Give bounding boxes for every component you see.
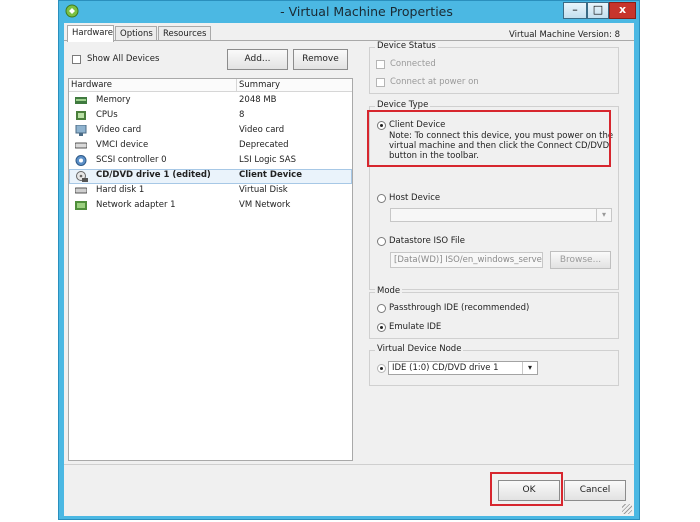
tab-resources[interactable]: Resources	[158, 26, 211, 41]
cd-dvd-icon	[76, 171, 88, 182]
passthrough-ide-radio[interactable]	[377, 304, 386, 313]
hardware-table: Hardware Summary Memory 2048 MB CPUs 8 V…	[68, 78, 353, 461]
mode-group: Mode Passthrough IDE (recommended) Emula…	[369, 286, 619, 339]
mode-legend: Mode	[375, 286, 403, 296]
resize-grip[interactable]	[622, 504, 632, 514]
tab-options[interactable]: Options	[115, 26, 157, 41]
row-summary: Video card	[239, 125, 285, 135]
row-summary: 2048 MB	[239, 95, 277, 105]
connect-at-power-on-label: Connect at power on	[390, 77, 479, 87]
virtual-device-node-legend: Virtual Device Node	[375, 344, 464, 354]
host-device-radio[interactable]	[377, 194, 386, 203]
vmci-icon	[75, 142, 87, 149]
title-bar[interactable]: - Virtual Machine Properties – □ x	[59, 1, 639, 23]
cpu-icon	[76, 111, 86, 120]
browse-button[interactable]: Browse...	[550, 251, 611, 269]
minimize-button[interactable]: –	[563, 2, 587, 19]
connect-at-power-on-checkbox[interactable]	[376, 78, 385, 87]
ok-highlight	[490, 472, 563, 506]
table-row[interactable]: VMCI device Deprecated	[69, 139, 352, 154]
column-divider	[236, 79, 237, 91]
table-row[interactable]: Video card Video card	[69, 124, 352, 139]
dialog-footer: OK Cancel	[64, 464, 634, 516]
connected-label: Connected	[390, 59, 436, 69]
row-name: Network adapter 1	[96, 200, 176, 210]
vm-version-label: Virtual Machine Version: 8	[509, 30, 620, 40]
passthrough-ide-label: Passthrough IDE (recommended)	[389, 303, 530, 313]
host-device-label: Host Device	[389, 193, 441, 203]
table-row[interactable]: Network adapter 1 VM Network	[69, 199, 352, 214]
emulate-ide-radio[interactable]	[377, 323, 386, 332]
table-row[interactable]: Memory 2048 MB	[69, 94, 352, 109]
device-type-legend: Device Type	[375, 100, 431, 110]
datastore-iso-label: Datastore ISO File	[389, 236, 466, 246]
row-summary: VM Network	[239, 200, 291, 210]
row-name: CPUs	[96, 110, 118, 120]
monitor-icon	[75, 125, 87, 136]
client-device-highlight	[367, 110, 611, 167]
virtual-device-node-group: Virtual Device Node IDE (1:0) CD/DVD dri…	[369, 344, 619, 386]
show-all-devices-label: Show All Devices	[87, 54, 160, 64]
show-all-devices-checkbox[interactable]	[72, 55, 81, 64]
maximize-button[interactable]: □	[587, 2, 609, 19]
add-button[interactable]: Add...	[227, 49, 288, 70]
host-device-select[interactable]: ▾	[390, 208, 612, 222]
table-row[interactable]: CPUs 8	[69, 109, 352, 124]
tab-hardware[interactable]: Hardware	[67, 25, 114, 42]
scsi-icon	[75, 155, 87, 166]
virtual-device-node-radio[interactable]	[377, 364, 386, 373]
row-summary: Client Device	[239, 170, 302, 180]
chevron-down-icon: ▾	[522, 362, 537, 374]
device-status-legend: Device Status	[375, 41, 438, 51]
virtual-device-node-select[interactable]: IDE (1:0) CD/DVD drive 1 ▾	[388, 361, 538, 375]
column-header-hardware: Hardware	[71, 80, 113, 90]
row-name: Memory	[96, 95, 131, 105]
close-button[interactable]: x	[609, 2, 636, 19]
memory-icon	[75, 97, 87, 104]
network-adapter-icon	[75, 201, 87, 210]
hard-disk-icon	[75, 187, 87, 194]
window-title: - Virtual Machine Properties	[280, 4, 453, 19]
iso-path-field[interactable]: [Data(WD)] ISO/en_windows_server	[390, 252, 543, 268]
table-row-selected[interactable]: CD/DVD drive 1 (edited) Client Device	[69, 169, 352, 184]
row-name: SCSI controller 0	[96, 155, 167, 165]
row-summary: Deprecated	[239, 140, 289, 150]
row-name: Hard disk 1	[96, 185, 145, 195]
row-name: Video card	[96, 125, 142, 135]
row-name: VMCI device	[96, 140, 149, 150]
row-summary: Virtual Disk	[239, 185, 288, 195]
device-status-group: Device Status Connected Connect at power…	[369, 41, 619, 94]
emulate-ide-label: Emulate IDE	[389, 322, 442, 332]
dialog-body: Hardware Options Resources Virtual Machi…	[64, 23, 634, 516]
cancel-button[interactable]: Cancel	[564, 480, 626, 501]
table-row[interactable]: Hard disk 1 Virtual Disk	[69, 184, 352, 199]
datastore-iso-radio[interactable]	[377, 237, 386, 246]
virtual-device-node-value: IDE (1:0) CD/DVD drive 1	[392, 363, 499, 373]
row-summary: 8	[239, 110, 245, 120]
connected-checkbox[interactable]	[376, 60, 385, 69]
table-header: Hardware Summary	[69, 79, 352, 92]
row-summary: LSI Logic SAS	[239, 155, 297, 165]
remove-button[interactable]: Remove	[293, 49, 348, 70]
row-name: CD/DVD drive 1 (edited)	[96, 170, 211, 180]
tab-divider	[64, 40, 634, 41]
table-row[interactable]: SCSI controller 0 LSI Logic SAS	[69, 154, 352, 169]
chevron-down-icon: ▾	[596, 209, 611, 221]
column-header-summary: Summary	[239, 80, 281, 90]
vm-properties-window: - Virtual Machine Properties – □ x Hardw…	[58, 0, 640, 520]
